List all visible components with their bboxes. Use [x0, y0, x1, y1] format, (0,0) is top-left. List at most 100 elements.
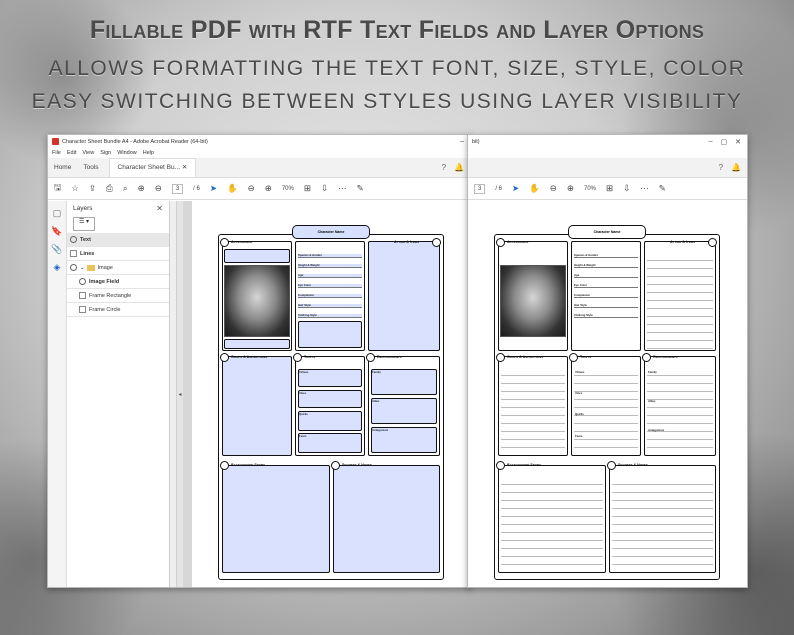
upload-icon[interactable]: ⇪	[89, 183, 96, 194]
menu-sign[interactable]: Sign	[100, 150, 111, 156]
menu-file[interactable]: File	[52, 150, 61, 156]
help-icon[interactable]: ?	[442, 163, 446, 172]
document-viewport: Character Name Appearance Species & Gend…	[468, 201, 747, 587]
appearance-footer-field[interactable]	[224, 339, 290, 349]
relationships-family-label: Family	[372, 370, 381, 374]
page-up-icon[interactable]: ⊕	[138, 183, 145, 194]
eye-icon[interactable]	[70, 236, 77, 243]
menu-help[interactable]: Help	[143, 150, 154, 156]
tab-document[interactable]: Character Sheet Bu... ✕	[108, 158, 197, 177]
goals-label: Goals & Aspirations	[507, 355, 544, 359]
attire-label: Attire & Items	[670, 240, 696, 244]
zoom-in-icon[interactable]: ⊕	[567, 183, 574, 194]
hand-icon[interactable]: ✋	[529, 183, 540, 194]
maximize-icon[interactable]: ▢	[721, 138, 728, 146]
layer-frame-rectangle[interactable]: Frame Rectangle	[67, 289, 169, 303]
hand-icon[interactable]: ✋	[227, 183, 238, 194]
zoom-out-icon[interactable]: ⊖	[550, 183, 557, 194]
traits-fears-field[interactable]	[298, 433, 362, 453]
visibility-checkbox[interactable]	[79, 292, 86, 299]
page-down-icon[interactable]: ⊖	[155, 183, 162, 194]
page-number-input[interactable]: 3	[474, 183, 486, 194]
portrait-image	[500, 265, 566, 337]
goals-lines[interactable]	[501, 368, 565, 454]
eye-icon	[220, 238, 229, 247]
fit-page-icon[interactable]: ⊞	[304, 183, 311, 194]
layer-image-field[interactable]: Image Field	[67, 275, 169, 289]
close-icon[interactable]: ✕	[735, 138, 741, 146]
menu-edit[interactable]: Edit	[67, 150, 76, 156]
goals-field[interactable]	[222, 356, 292, 456]
help-icon[interactable]: ?	[719, 163, 723, 172]
chevron-down-icon[interactable]: ⌄	[80, 265, 85, 271]
sign-icon[interactable]: ✎	[659, 183, 666, 194]
relationships-family-label: Family	[648, 370, 657, 374]
menu-view[interactable]: View	[82, 150, 94, 156]
minimize-icon[interactable]: –	[460, 138, 464, 145]
traits-lines[interactable]	[574, 368, 638, 454]
attire-items-field[interactable]	[368, 241, 440, 351]
zoom-select[interactable]: 70%	[282, 186, 294, 192]
secrets-notes-lines[interactable]	[612, 477, 713, 571]
bell-icon[interactable]: 🔔	[454, 163, 464, 172]
close-icon[interactable]: ✕	[156, 204, 169, 213]
save-icon[interactable]: 🖫	[54, 182, 61, 196]
sign-icon[interactable]: ✎	[357, 183, 364, 194]
layer-label: Frame Rectangle	[89, 292, 132, 299]
field-age[interactable]	[574, 274, 638, 278]
visibility-checkbox[interactable]	[79, 306, 86, 313]
appearance-notes-field[interactable]	[224, 249, 290, 263]
scroll-mode-icon[interactable]: ⇩	[623, 183, 630, 194]
character-name-field[interactable]: Character Name	[292, 225, 370, 239]
star-icon[interactable]: ☆	[71, 183, 79, 194]
zoom-out-icon[interactable]: ⊖	[248, 183, 255, 194]
portrait-image-field[interactable]	[224, 265, 290, 337]
layer-image[interactable]: ⌄ Image	[67, 261, 169, 275]
menu-window[interactable]: Window	[117, 150, 137, 156]
print-icon[interactable]: ⎙	[106, 183, 113, 194]
relationships-lines[interactable]	[647, 368, 713, 454]
tab-tools[interactable]: Tools	[77, 164, 104, 177]
secrets-notes-field[interactable]	[333, 465, 440, 573]
pages-icon[interactable]: ▢	[48, 208, 66, 219]
details-notes-field[interactable]	[298, 321, 362, 348]
more-icon[interactable]: ⋯	[640, 183, 649, 194]
layer-lines[interactable]: Lines	[67, 247, 169, 261]
traits-vices-field[interactable]	[298, 390, 362, 408]
scroll-mode-icon[interactable]: ⇩	[321, 183, 328, 194]
character-name-field[interactable]: Character Name	[568, 225, 646, 239]
tab-home[interactable]: Home	[48, 164, 77, 177]
relationships-label: Relationships	[653, 355, 678, 359]
zoom-select[interactable]: 70%	[584, 186, 596, 192]
zoom-in-icon[interactable]: ⊕	[265, 183, 272, 194]
bookmark-icon[interactable]: 🔖	[48, 226, 66, 237]
select-cursor-icon[interactable]: ➤	[512, 183, 519, 194]
layer-label: Text	[80, 236, 91, 243]
page-number-input[interactable]: 3	[171, 183, 184, 194]
layer-frame-circle[interactable]: Frame Circle	[67, 303, 169, 317]
field-age[interactable]	[298, 274, 362, 278]
eye-icon[interactable]	[70, 264, 77, 271]
select-cursor-icon[interactable]: ➤	[210, 183, 217, 194]
panel-splitter[interactable]: ◂	[177, 201, 183, 587]
bell-icon[interactable]: 🔔	[731, 163, 741, 172]
layers-scrollbar[interactable]	[170, 201, 177, 587]
attachment-icon[interactable]: 📎	[48, 244, 66, 255]
layer-label: Image Field	[89, 278, 120, 285]
fit-page-icon[interactable]: ⊞	[606, 183, 613, 194]
layers-icon[interactable]: ◈	[48, 262, 66, 273]
layers-options-button[interactable]: ☰ ▾	[73, 217, 95, 231]
background-story-lines[interactable]	[501, 477, 603, 571]
attire-lines[interactable]	[647, 253, 713, 349]
minimize-icon[interactable]: –	[709, 138, 713, 146]
eye-icon[interactable]	[79, 278, 86, 285]
acrobat-window-layers-view: Character Sheet Bundle A4 - Adobe Acroba…	[47, 134, 471, 588]
more-icon[interactable]: ⋯	[338, 183, 347, 194]
search-icon[interactable]: ⌕	[123, 183, 128, 194]
relationships-allies-field[interactable]	[371, 398, 437, 424]
background-story-field[interactable]	[222, 465, 330, 573]
visibility-checkbox[interactable]	[70, 250, 77, 257]
field-clothing-style-label: Clothing Style	[574, 313, 593, 317]
layer-text[interactable]: Text	[67, 233, 169, 247]
field-eye-color-label: Eye Color	[298, 283, 312, 287]
